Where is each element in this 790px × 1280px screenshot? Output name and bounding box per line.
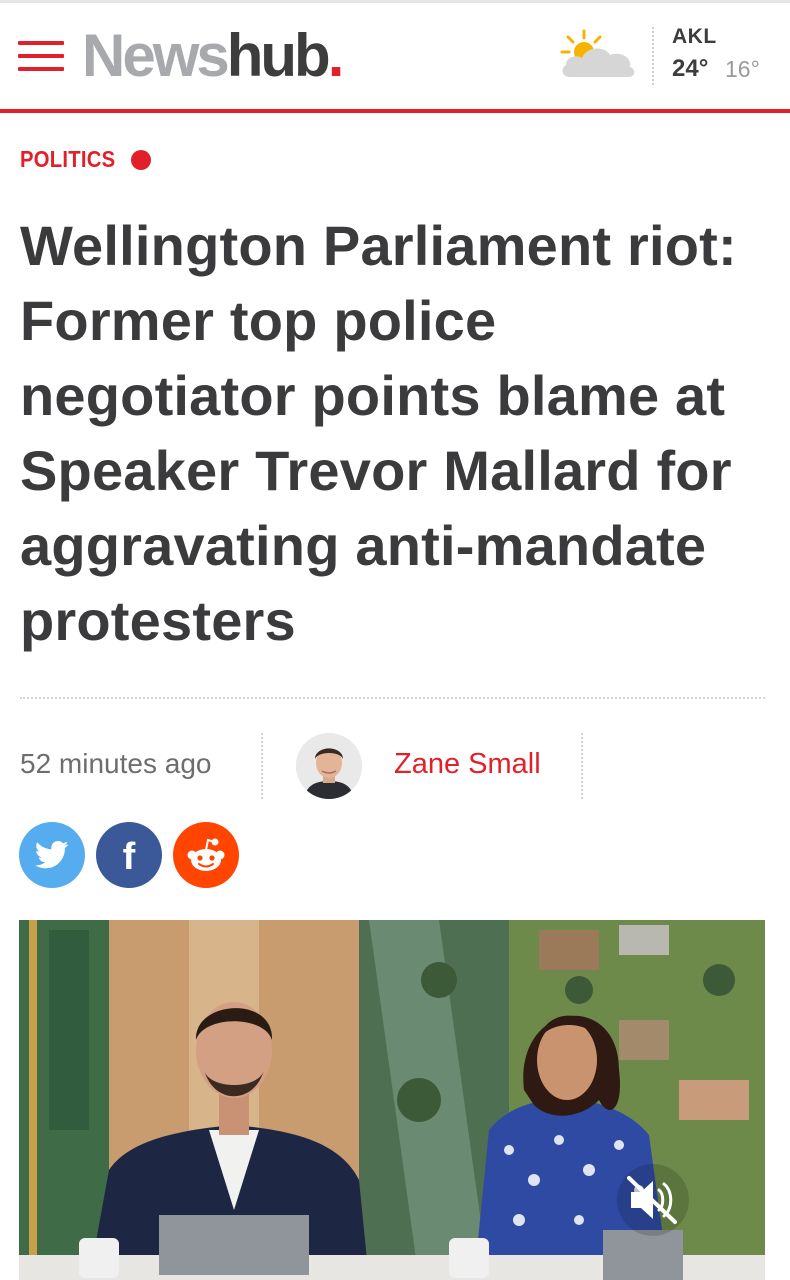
weather-high-temp: 24°	[672, 55, 709, 82]
author-name[interactable]: Zane Small	[394, 748, 541, 781]
muted-speaker-icon	[617, 1164, 689, 1236]
meta-divider	[581, 733, 583, 799]
menu-icon[interactable]	[18, 39, 64, 73]
site-header: Newshub. AKL 24° 16°	[0, 3, 790, 111]
reddit-share-button[interactable]	[173, 822, 239, 888]
mute-button[interactable]	[615, 1162, 691, 1238]
published-time: 52 minutes ago	[20, 748, 212, 779]
article-headline: Wellington Parliament riot: Former top p…	[20, 214, 737, 652]
weather-city[interactable]: AKL	[672, 25, 717, 49]
newshub-logo[interactable]: Newshub.	[82, 21, 344, 91]
author-avatar[interactable]	[296, 733, 362, 799]
facebook-icon: f	[122, 836, 136, 878]
weather-low-temp: 16°	[725, 56, 760, 82]
facebook-share-button[interactable]: f	[96, 822, 162, 888]
twitter-icon	[35, 840, 69, 869]
divider	[20, 697, 765, 699]
twitter-share-button[interactable]	[19, 822, 85, 888]
video-player[interactable]	[19, 920, 765, 1280]
reddit-icon	[187, 838, 225, 871]
category-dot	[131, 150, 151, 170]
meta-divider	[261, 733, 263, 799]
partly-cloudy-icon	[560, 29, 635, 77]
header-red-rule	[0, 109, 790, 113]
category-label[interactable]: POLITICS	[20, 146, 115, 173]
weather-divider	[652, 27, 654, 85]
